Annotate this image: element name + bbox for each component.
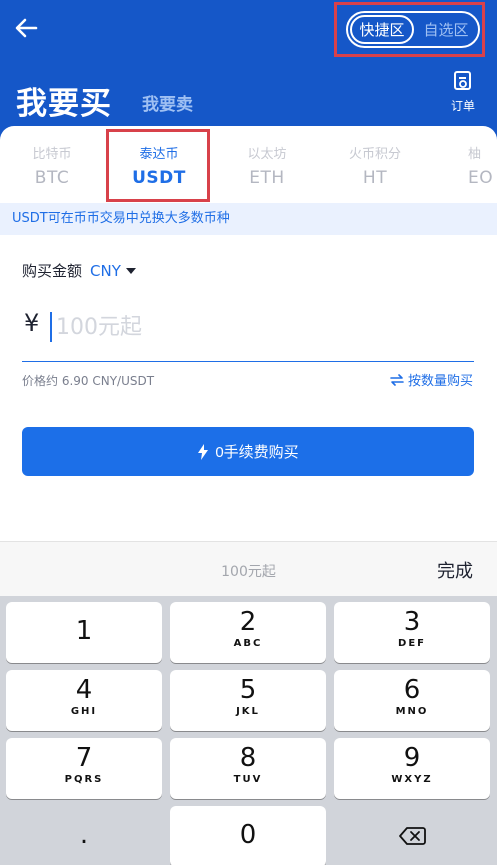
key-8[interactable]: 8 TUV bbox=[170, 738, 326, 799]
amount-label-row: 购买金额 CNY bbox=[22, 260, 136, 281]
key-3[interactable]: 3 DEF bbox=[334, 602, 490, 663]
back-arrow-icon[interactable] bbox=[12, 14, 40, 42]
tab-eo[interactable]: 柚 EO bbox=[428, 141, 497, 188]
amount-label: 购买金额 bbox=[22, 262, 83, 280]
key-letters: DEF bbox=[398, 638, 426, 649]
done-button[interactable]: 完成 bbox=[437, 557, 473, 583]
key-digit: 0 bbox=[239, 820, 257, 850]
key-2[interactable]: 2 ABC bbox=[170, 602, 326, 663]
buy-button[interactable]: 0手续费购买 bbox=[22, 427, 474, 476]
key-digit: 4 bbox=[75, 675, 93, 705]
tab-label-en: ETH bbox=[249, 168, 285, 188]
tab-label-cn: 火币积分 bbox=[348, 147, 401, 162]
text-cursor bbox=[50, 312, 52, 342]
backspace-icon bbox=[399, 827, 426, 845]
keyboard-toolbar: 100元起 完成 bbox=[0, 541, 497, 596]
key-9[interactable]: 9 WXYZ bbox=[334, 738, 490, 799]
keyboard-hint: 100元起 bbox=[221, 564, 276, 580]
lightning-icon bbox=[198, 443, 209, 460]
page-title: 我要买 bbox=[16, 86, 112, 122]
key-letters: PQRS bbox=[64, 774, 104, 785]
key-digit: 6 bbox=[403, 675, 421, 705]
zone-segment-control[interactable]: 快捷区 自选区 bbox=[346, 11, 480, 48]
key-digit: 2 bbox=[239, 607, 257, 637]
tab-label-cn: 比特币 bbox=[32, 147, 72, 162]
key-0[interactable]: 0 bbox=[170, 806, 326, 865]
info-notice: USDT可在币币交易中兑换大多数币种 bbox=[0, 203, 497, 235]
key-digit: 3 bbox=[403, 607, 421, 637]
key-4[interactable]: 4 GHI bbox=[6, 670, 162, 731]
price-estimate: 价格约 6.90 CNY/USDT bbox=[22, 374, 155, 388]
order-icon bbox=[454, 71, 471, 90]
currency-select[interactable]: CNY bbox=[90, 262, 121, 280]
numeric-keyboard: 1 2 ABC 3 DEF 4 GHI 5 JKL 6 MNO 7 PQRS 8… bbox=[0, 596, 497, 865]
order-button[interactable]: 订单 bbox=[448, 70, 478, 114]
key-digit: 5 bbox=[239, 675, 257, 705]
key-decimal[interactable]: . bbox=[6, 806, 162, 865]
tab-eth[interactable]: 以太坊 ETH bbox=[217, 141, 317, 188]
order-label: 订单 bbox=[450, 99, 475, 113]
input-underline bbox=[22, 361, 474, 362]
switch-label: 按数量购买 bbox=[407, 374, 473, 389]
key-letters: JKL bbox=[236, 706, 260, 717]
key-letters: GHI bbox=[70, 706, 98, 717]
buy-button-label: 0手续费购买 bbox=[215, 444, 299, 461]
tab-label-en: HT bbox=[362, 168, 388, 188]
key-digit: 7 bbox=[75, 743, 93, 773]
tab-label-cn: 以太坊 bbox=[247, 147, 287, 162]
header-bar: 快捷区 自选区 我要买 我要卖 订单 bbox=[0, 0, 497, 140]
key-digit: . bbox=[79, 820, 89, 850]
buy-by-quantity-link[interactable]: 按数量购买 bbox=[390, 370, 473, 389]
segment-quick-zone[interactable]: 快捷区 bbox=[350, 15, 414, 44]
tab-btc[interactable]: 比特币 BTC bbox=[2, 141, 102, 188]
coin-tabs: 比特币 BTC 泰达币 USDT 以太坊 ETH 火币积分 HT 柚 EO bbox=[0, 141, 497, 203]
tab-label-cn: 柚 bbox=[468, 147, 482, 162]
key-digit: 8 bbox=[239, 743, 257, 773]
amount-input[interactable] bbox=[56, 308, 436, 346]
key-letters: ABC bbox=[233, 638, 263, 649]
tab-label-en: EO bbox=[468, 168, 494, 188]
key-5[interactable]: 5 JKL bbox=[170, 670, 326, 731]
sell-tab[interactable]: 我要卖 bbox=[142, 90, 193, 115]
tab-highlight-outline bbox=[106, 129, 210, 202]
key-1[interactable]: 1 bbox=[6, 602, 162, 663]
key-letters: TUV bbox=[233, 774, 263, 785]
currency-symbol: ¥ bbox=[24, 309, 40, 337]
key-letters: WXYZ bbox=[391, 774, 433, 785]
key-letters: MNO bbox=[395, 706, 429, 717]
tab-ht[interactable]: 火币积分 HT bbox=[325, 141, 425, 188]
key-6[interactable]: 6 MNO bbox=[334, 670, 490, 731]
key-digit: 1 bbox=[75, 616, 93, 646]
key-digit: 9 bbox=[403, 743, 421, 773]
key-delete[interactable] bbox=[334, 806, 490, 865]
segment-watchlist-zone[interactable]: 自选区 bbox=[414, 19, 478, 40]
swap-icon bbox=[390, 373, 404, 386]
key-7[interactable]: 7 PQRS bbox=[6, 738, 162, 799]
caret-down-icon[interactable] bbox=[125, 267, 136, 274]
tab-label-en: BTC bbox=[34, 168, 70, 188]
